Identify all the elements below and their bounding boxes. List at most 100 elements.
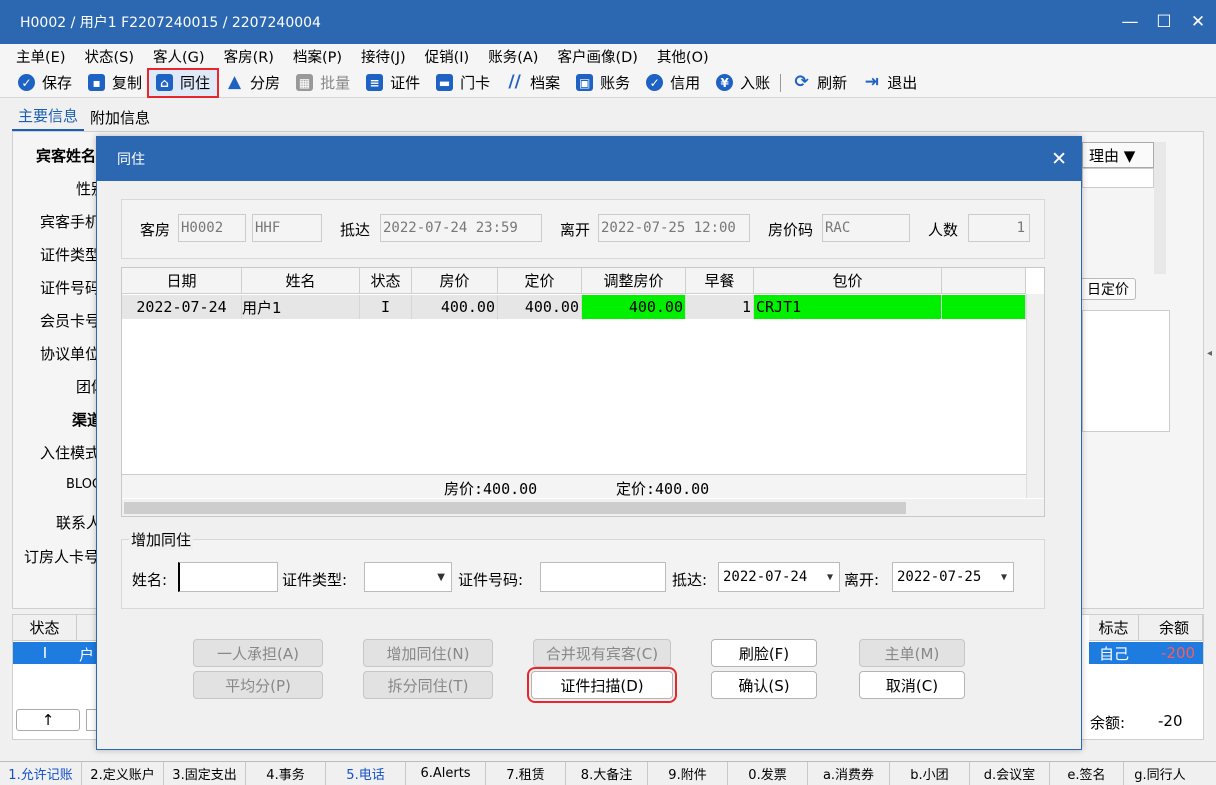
depart-label: 离开 <box>560 221 591 239</box>
menu-promo[interactable]: 促销(I) <box>425 46 470 67</box>
grid-cell-name[interactable]: 用户1 <box>242 295 360 319</box>
menu-profile[interactable]: 档案(P) <box>293 46 342 67</box>
fkey-invoice[interactable]: 0.发票 <box>728 761 808 785</box>
tab-extra-info[interactable]: 附加信息 <box>84 107 156 131</box>
grid-icon: ▦ <box>296 74 314 91</box>
grid-header-rate: 房价 <box>412 268 498 294</box>
folio-row-flag[interactable]: 自己 <box>1089 642 1139 664</box>
menu-guest[interactable]: 客人(G) <box>153 46 205 67</box>
grid-cell-breakfast[interactable]: 1 <box>686 295 754 319</box>
fkey-small-group[interactable]: b.小团 <box>890 761 970 785</box>
fkey-rental[interactable]: 7.租赁 <box>486 761 566 785</box>
collapse-arrow-icon[interactable]: ◂ <box>1207 348 1212 359</box>
copy-button[interactable]: ▪ 复制 <box>82 69 148 97</box>
grid-header-name: 姓名 <box>242 268 360 294</box>
folio-header-balance: 余额 <box>1139 615 1203 641</box>
reason-field[interactable] <box>1082 168 1154 188</box>
face-scan-button[interactable]: 刷脸(F) <box>711 639 817 667</box>
assign-room-button[interactable]: ▲ 分房 <box>220 69 286 97</box>
grid-cell-date[interactable]: 2022-07-24 <box>122 295 242 319</box>
menu-account[interactable]: 账务(A) <box>488 46 538 67</box>
share-room-button[interactable]: ⌂ 同住 <box>147 67 220 98</box>
profile-button[interactable]: //档案 <box>500 69 566 97</box>
add-id-type-select[interactable]: ▼ <box>364 562 452 592</box>
add-arrive-select[interactable]: 2022-07-24 ▼ <box>718 562 840 592</box>
fkey-fixed-charge[interactable]: 3.固定支出 <box>164 761 246 785</box>
door-card-button[interactable]: ▬ 门卡 <box>430 69 496 97</box>
fkey-companions[interactable]: g.同行人 <box>1124 762 1196 785</box>
add-share-button[interactable]: 增加同住(N) <box>363 639 493 667</box>
rate-code-field[interactable]: RAC <box>822 214 910 242</box>
window-title: H0002 / 用户1 F2207240015 / 2207240004 <box>20 15 321 31</box>
split-share-button[interactable]: 拆分同住(T) <box>363 671 493 699</box>
refresh-button[interactable]: ⟳ 刷新 <box>787 69 853 97</box>
grid-header-fixed: 定价 <box>498 268 582 294</box>
fkey-big-remark[interactable]: 8.大备注 <box>566 761 648 785</box>
room-type-field[interactable]: HHF <box>252 214 322 242</box>
folio-row-name[interactable]: 用户1 <box>77 642 97 664</box>
save-button[interactable]: ✓ 保存 <box>12 69 78 97</box>
booker-card-label: 订房人卡号 <box>24 548 96 566</box>
menu-other[interactable]: 其他(O) <box>657 46 709 67</box>
close-button[interactable]: ✕ <box>1180 0 1216 44</box>
dialog-close-icon[interactable]: ✕ <box>1051 137 1067 181</box>
move-up-button[interactable]: ↑ <box>16 709 80 731</box>
main-folio-button[interactable]: 主单(M) <box>859 639 965 667</box>
maximize-button[interactable]: ☐ <box>1146 0 1182 44</box>
depart-field[interactable]: 2022-07-25 12:00 <box>598 214 750 242</box>
confirm-button[interactable]: 确认(S) <box>711 671 817 699</box>
grid-horizontal-scrollbar[interactable] <box>122 499 1044 516</box>
id-scan-button[interactable]: 证件扫描(D) <box>527 667 677 703</box>
gender-label: 性别 <box>76 180 96 198</box>
grid-vertical-scrollbar[interactable] <box>1026 294 1044 498</box>
batch-button[interactable]: ▦ 批量 <box>290 69 356 97</box>
grid-cell-spare[interactable] <box>942 295 1026 319</box>
dialog-body: 客房 H0002 HHF 抵达 2022-07-24 23:59 离开 2022… <box>105 187 1073 745</box>
remarks-box[interactable] <box>1082 310 1170 432</box>
account-button[interactable]: ▣ 账务 <box>570 69 636 97</box>
room-number-field[interactable]: H0002 <box>178 214 246 242</box>
right-scrollbar[interactable] <box>1154 142 1166 274</box>
grid-cell-adjusted[interactable]: 400.00 <box>582 295 686 319</box>
add-depart-label: 离开: <box>844 571 880 589</box>
fkey-events[interactable]: 4.事务 <box>246 761 326 785</box>
arrive-field[interactable]: 2022-07-24 23:59 <box>380 214 542 242</box>
menu-room[interactable]: 客房(R) <box>224 46 274 67</box>
daily-rate-button[interactable]: 日定价 <box>1076 278 1136 300</box>
tab-main-info[interactable]: 主要信息 <box>12 105 85 131</box>
grid-cell-package[interactable]: CRJT1 <box>754 295 942 319</box>
cancel-button[interactable]: 取消(C) <box>859 671 965 699</box>
reason-dropdown[interactable]: 理由 ▼ <box>1082 142 1154 168</box>
merge-guest-button[interactable]: 合并现有宾客(C) <box>533 639 671 667</box>
add-name-input[interactable] <box>178 562 278 592</box>
add-depart-select[interactable]: 2022-07-25 ▼ <box>892 562 1014 592</box>
fkey-attachments[interactable]: 9.附件 <box>648 761 728 785</box>
minimize-button[interactable]: — <box>1112 0 1148 44</box>
grid-cell-fixed[interactable]: 400.00 <box>498 295 582 319</box>
fkey-allow-charge[interactable]: 1.允许记账 <box>0 761 82 785</box>
grid-scroll-thumb[interactable] <box>124 502 906 514</box>
fkey-define-account[interactable]: 2.定义账户 <box>82 761 164 785</box>
menu-reception[interactable]: 接待(J) <box>361 46 406 67</box>
pax-field[interactable]: 1 <box>968 214 1030 242</box>
exit-button[interactable]: ⇥ 退出 <box>857 69 923 97</box>
one-pays-button[interactable]: 一人承担(A) <box>193 639 323 667</box>
add-id-no-input[interactable] <box>540 562 666 592</box>
post-charge-button[interactable]: ¥ 入账 <box>710 69 776 97</box>
credit-button[interactable]: ✓ 信用 <box>640 69 706 97</box>
id-button[interactable]: ≡ 证件 <box>360 69 426 97</box>
fkey-alerts[interactable]: 6.Alerts <box>406 761 486 785</box>
fkey-meeting-room[interactable]: d.会议室 <box>970 761 1050 785</box>
function-key-bar: 1.允许记账 2.定义账户 3.固定支出 4.事务 5.电话 6.Alerts … <box>0 761 1216 785</box>
fkey-phone[interactable]: 5.电话 <box>326 761 406 785</box>
fkey-signature[interactable]: e.签名 <box>1050 761 1124 785</box>
grid-cell-rate[interactable]: 400.00 <box>412 295 498 319</box>
menu-customer-portrait[interactable]: 客户画像(D) <box>557 46 637 67</box>
menu-status[interactable]: 状态(S) <box>84 46 134 67</box>
menu-main[interactable]: 主单(E) <box>16 46 65 67</box>
folio-row-status[interactable]: I <box>13 642 77 664</box>
split-even-button[interactable]: 平均分(P) <box>193 671 323 699</box>
fkey-vouchers[interactable]: a.消费券 <box>808 761 890 785</box>
grid-cell-status[interactable]: I <box>360 295 412 319</box>
folio-row-balance[interactable]: -200 <box>1139 642 1203 664</box>
